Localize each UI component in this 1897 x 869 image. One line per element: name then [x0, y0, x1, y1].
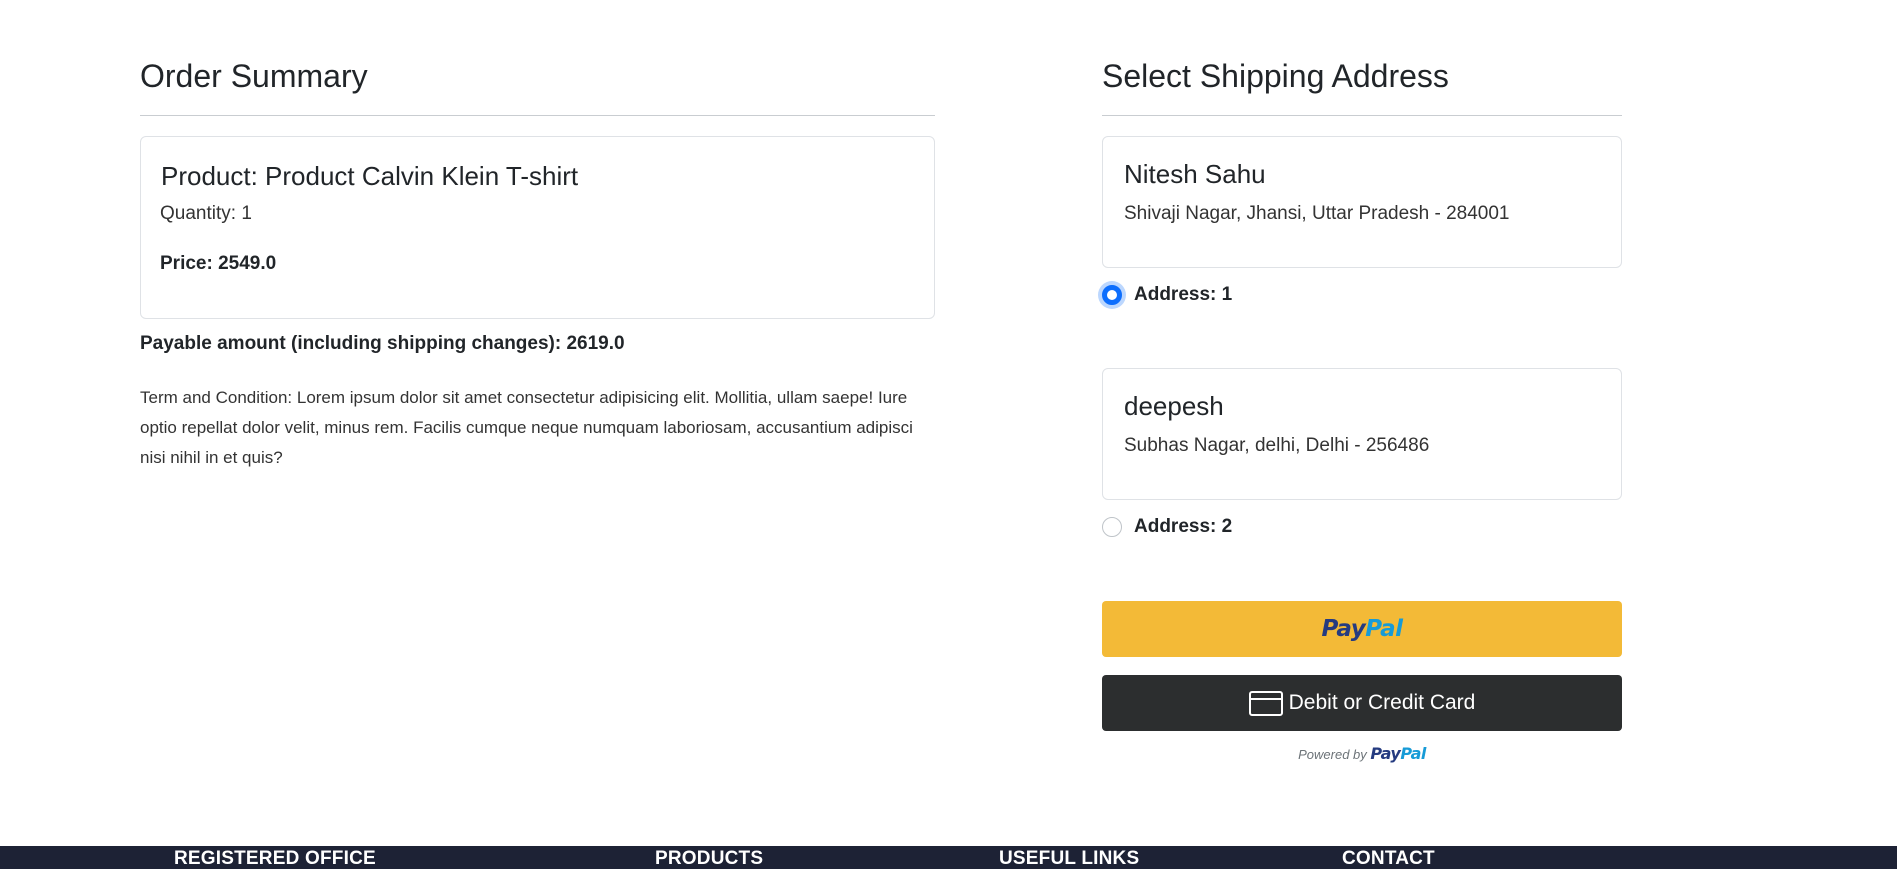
address-line: Shivaji Nagar, Jhansi, Uttar Pradesh - 2…: [1124, 203, 1510, 224]
address-name: deepesh: [1124, 391, 1224, 421]
address-2-label: Address: 2: [1134, 516, 1233, 537]
product-price: Price: 2549.0: [160, 253, 277, 274]
paypal-button[interactable]: PayPal: [1102, 601, 1622, 657]
paypal-logo: PayPal: [1321, 616, 1404, 642]
footer: REGISTERED OFFICE PRODUCTS USEFUL LINKS …: [0, 846, 1897, 869]
address-card[interactable]: deepesh Subhas Nagar, delhi, Delhi - 256…: [1102, 368, 1622, 500]
debit-credit-card-button[interactable]: Debit or Credit Card: [1102, 675, 1622, 731]
order-summary-title: Order Summary: [140, 58, 368, 94]
address-card[interactable]: Nitesh Sahu Shivaji Nagar, Jhansi, Uttar…: [1102, 136, 1622, 268]
product-card: Product: Product Calvin Klein T-shirt: [140, 136, 935, 319]
address-line: Subhas Nagar, delhi, Delhi - 256486: [1124, 435, 1430, 456]
footer-contact: CONTACT: [1342, 848, 1435, 869]
powered-by-paypal: Powered by PayPal: [1102, 744, 1622, 763]
paypal-small-logo: PayPal: [1370, 744, 1426, 763]
card-button-label: Debit or Credit Card: [1288, 691, 1476, 714]
footer-products: PRODUCTS: [655, 848, 764, 869]
payable-amount: Payable amount (including shipping chang…: [140, 333, 625, 354]
order-summary-divider: [140, 115, 935, 116]
credit-card-icon: [1248, 690, 1283, 716]
address-1-radio-row[interactable]: Address: 1: [1102, 283, 1232, 307]
powered-by-text: Powered by: [1298, 747, 1367, 762]
footer-useful-links: USEFUL LINKS: [999, 848, 1140, 869]
terms-and-conditions: Term and Condition: Lorem ipsum dolor si…: [140, 388, 913, 467]
shipping-divider: [1102, 115, 1622, 116]
address-1-label: Address: 1: [1134, 284, 1233, 305]
address-2-radio-row[interactable]: Address: 2: [1102, 515, 1232, 539]
address-name: Nitesh Sahu: [1124, 159, 1266, 189]
address-2-radio[interactable]: [1102, 517, 1122, 537]
address-1-radio[interactable]: [1102, 285, 1122, 305]
product-quantity: Quantity: 1: [160, 203, 252, 224]
product-name: Product: Product Calvin Klein T-shirt: [161, 161, 579, 191]
footer-registered-office: REGISTERED OFFICE: [174, 848, 376, 869]
shipping-title: Select Shipping Address: [1102, 58, 1449, 94]
